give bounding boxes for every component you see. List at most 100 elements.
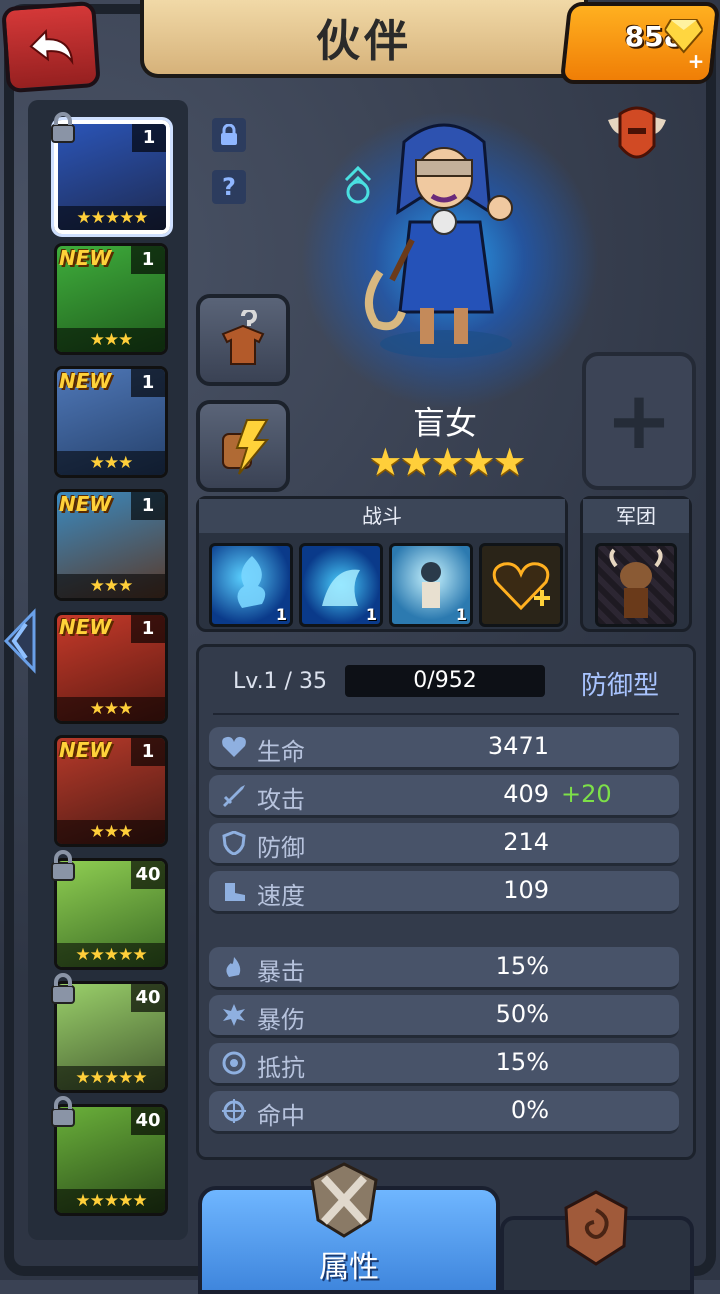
stat-row-speed: 速度 109: [209, 871, 679, 914]
add-gems-icon: +: [687, 49, 705, 73]
hero-level-badge: 1: [131, 738, 165, 766]
crossed-swords-icon: [310, 1162, 378, 1238]
hero-card[interactable]: 1 ★★★ NEW: [54, 612, 168, 724]
new-badge: NEW: [59, 369, 112, 393]
lock-icon: [51, 850, 75, 881]
stat-value: 3471: [487, 732, 549, 760]
boot-icon: [225, 883, 245, 901]
exp-text: 0/952: [413, 668, 477, 693]
stat-row-accuracy: 命中 0%: [209, 1091, 679, 1134]
hero-level-badge: 1: [131, 369, 165, 397]
new-badge: NEW: [59, 492, 112, 516]
skill-slot-2[interactable]: 1: [299, 543, 383, 627]
stat-label: 命中: [257, 1102, 305, 1130]
skill-level-3: 1: [455, 605, 467, 624]
help-button[interactable]: ?: [212, 170, 246, 204]
back-arrow-icon: [29, 29, 74, 66]
gem-counter-button[interactable]: 858 +: [559, 2, 720, 84]
hero-level-badge: 40: [131, 861, 165, 889]
hero-stars: ★★★★★: [368, 440, 526, 484]
hero-star-rating: ★★★: [57, 820, 165, 844]
rune-stone-icon: [564, 1190, 628, 1266]
heart-plus-icon: [492, 562, 550, 611]
hero-level-badge: 1: [132, 124, 166, 152]
hero-level-badge: 1: [131, 492, 165, 520]
new-badge: NEW: [59, 738, 112, 762]
hero-level-badge: 40: [131, 984, 165, 1012]
battle-skills-panel: 战斗 1 1 1: [196, 496, 568, 632]
battle-skills-header: 战斗: [199, 499, 565, 533]
stat-value: 409: [503, 780, 549, 808]
skill-slot-3[interactable]: 1: [389, 543, 473, 627]
lock-icon: [221, 124, 237, 145]
skill-slot-1[interactable]: 1: [209, 543, 293, 627]
hero-star-rating: ★★★★★: [57, 943, 165, 967]
skill-slot-4[interactable]: [479, 543, 563, 627]
hero-star-rating: ★★★★★: [57, 1066, 165, 1090]
stat-bonus: +20: [561, 780, 612, 808]
hero-star-rating: ★★★★★: [58, 206, 166, 230]
hero-card[interactable]: 1 ★★★ NEW: [54, 243, 168, 355]
add-partner-slot[interactable]: +: [582, 352, 696, 490]
exp-bar: 0/952: [345, 665, 545, 697]
sword-icon: [223, 785, 245, 807]
role-type: 防御型: [581, 671, 660, 701]
new-badge: NEW: [59, 615, 112, 639]
clothes-hanger-icon: [221, 310, 265, 365]
lock-icon: [51, 112, 75, 143]
skill-level-2: 1: [365, 605, 377, 624]
shield-icon: [222, 831, 246, 855]
crosshair-icon: [222, 1099, 246, 1123]
hero-star-rating: ★★★: [57, 574, 165, 598]
stats-panel: Lv.1 / 35 0/952 防御型 生命 3471 攻击 409 +20 防…: [196, 644, 696, 1160]
stat-label: 抵抗: [257, 1054, 305, 1082]
legion-header: 军团: [583, 499, 689, 533]
fist-lightning-icon: [222, 419, 270, 475]
heart-icon: [222, 736, 246, 757]
lock-icon: [51, 1096, 75, 1127]
stat-row-defense: 防御 214: [209, 823, 679, 866]
stat-label: 生命: [257, 738, 305, 766]
back-button[interactable]: [1, 0, 101, 94]
question-icon: ?: [222, 173, 236, 201]
stat-value: 0%: [510, 1096, 549, 1124]
hero-portrait: [365, 123, 513, 358]
stat-value: 15%: [495, 952, 549, 980]
stat-value: 50%: [495, 1000, 549, 1028]
hero-card[interactable]: 1 ★★★ NEW: [54, 366, 168, 478]
title-banner: 伙伴: [140, 0, 588, 78]
hero-level: Lv.1 / 35: [233, 669, 327, 694]
power-up-button[interactable]: [196, 400, 290, 492]
tab-attributes-label: 属性: [319, 1250, 379, 1285]
lock-icon: [51, 973, 75, 1004]
stat-value: 214: [503, 828, 549, 856]
page-title: 伙伴: [316, 16, 412, 67]
minotaur-icon: [609, 548, 663, 618]
stat-label: 暴击: [257, 958, 305, 986]
resist-icon: [222, 1051, 246, 1075]
stat-row-hp: 生命 3471: [209, 727, 679, 770]
hero-star-rating: ★★★: [57, 697, 165, 721]
stat-row-resist: 抵抗 15%: [209, 1043, 679, 1086]
stat-row-crit-damage: 暴伤 50%: [209, 995, 679, 1038]
lock-button[interactable]: [212, 118, 246, 152]
hero-name: 盲女: [412, 404, 477, 442]
hero-card[interactable]: 1 ★★★ NEW: [54, 489, 168, 601]
hero-star-rating: ★★★: [57, 328, 165, 352]
skill-level-1: 1: [275, 605, 287, 624]
stat-value: 15%: [495, 1048, 549, 1076]
hero-level-badge: 1: [131, 615, 165, 643]
hero-star-rating: ★★★★★: [57, 1189, 165, 1213]
hero-list[interactable]: 1 ★★★★★ 1 ★★★ NEW 1 ★★★ NEW 1 ★★★ NEW 1 ★★★ NEW 1 ★★★ NE…: [28, 100, 188, 1240]
collapse-arrow-icon[interactable]: [0, 608, 36, 674]
legion-panel: 军团: [580, 496, 692, 632]
hero-card[interactable]: 1 ★★★ NEW: [54, 735, 168, 847]
stat-value: 109: [503, 876, 549, 904]
equipment-button[interactable]: [196, 294, 290, 386]
hero-level-badge: 1: [131, 246, 165, 274]
stat-label: 速度: [257, 882, 305, 910]
faction-icon: [608, 106, 666, 159]
legion-slot[interactable]: [595, 543, 677, 627]
burst-icon: [223, 1004, 245, 1026]
stat-row-crit: 暴击 15%: [209, 947, 679, 990]
